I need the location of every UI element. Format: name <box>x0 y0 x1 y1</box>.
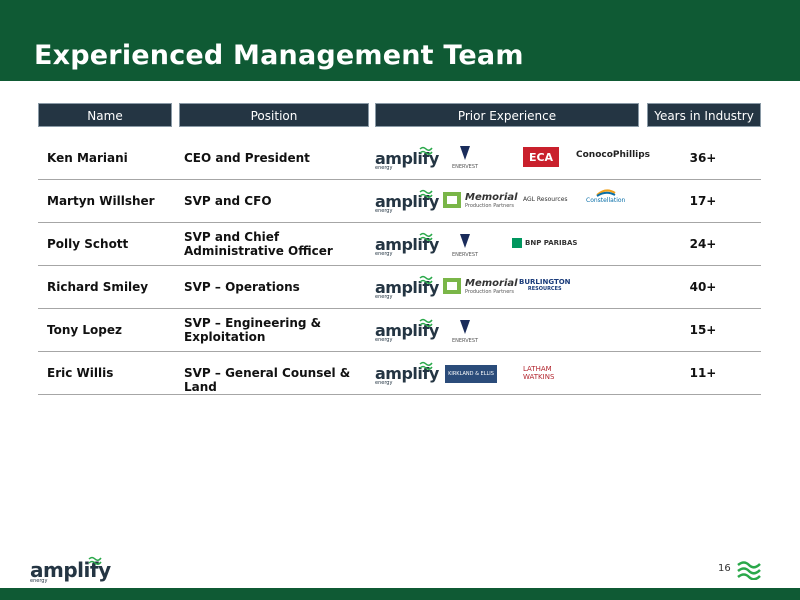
member-position: SVP – Operations <box>184 280 300 294</box>
conocophillips-logo: ConocoPhillips <box>576 150 651 160</box>
member-name: Eric Willis <box>47 366 114 380</box>
amplify-logo: amplify energy <box>375 275 439 301</box>
table-row: Polly Schott SVP and Chief Administrativ… <box>38 222 761 266</box>
page-title: Experienced Management Team <box>34 40 524 71</box>
table-row: Richard Smiley SVP – Operations amplify e… <box>38 265 761 309</box>
member-years: 24+ <box>689 237 717 251</box>
wave-icon <box>88 556 102 566</box>
enervest-logo: ENERVEST <box>452 318 478 344</box>
wave-icon <box>419 318 433 328</box>
amplify-logo: amplify energy <box>375 232 439 258</box>
member-years: 15+ <box>689 323 717 337</box>
bnp-paribas-logo: BNP PARIBAS <box>512 238 577 248</box>
footer-band <box>0 588 800 600</box>
wave-icon <box>419 189 433 199</box>
agl-resources-logo: AGL Resources <box>523 196 568 203</box>
amplify-logo: amplify energy <box>375 318 439 344</box>
wave-icon <box>419 275 433 285</box>
member-years: 36+ <box>689 151 717 165</box>
amplify-logo: amplify energy <box>375 146 439 172</box>
table-row: Martyn Willsher SVP and CFO amplify energ… <box>38 179 761 223</box>
wave-icon <box>419 232 433 242</box>
memorial-logo: Memorial Production Partners <box>442 191 518 209</box>
table-row: Eric Willis SVP – General Counsel & Land… <box>38 351 761 395</box>
footer-wave-icon <box>737 561 761 580</box>
constellation-logo: Constellation <box>586 187 625 204</box>
kirkland-ellis-logo: KIRKLAND & ELLIS <box>445 365 497 383</box>
member-name: Martyn Willsher <box>47 194 155 208</box>
member-position: CEO and President <box>184 151 310 165</box>
eca-logo: ECA <box>523 147 559 167</box>
member-name: Richard Smiley <box>47 280 149 294</box>
member-name: Tony Lopez <box>47 323 122 337</box>
enervest-logo: ENERVEST <box>452 232 478 258</box>
latham-watkins-logo: LATHAM WATKINS <box>523 365 555 381</box>
wave-icon <box>419 361 433 371</box>
wave-icon <box>419 146 433 156</box>
column-header-name: Name <box>38 103 172 127</box>
memorial-logo: Memorial Production Partners <box>442 277 518 295</box>
member-years: 40+ <box>689 280 717 294</box>
member-years: 11+ <box>689 366 717 380</box>
amplify-logo: amplify energy <box>375 189 439 215</box>
header-band: Experienced Management Team <box>0 0 800 81</box>
column-header-position: Position <box>179 103 369 127</box>
member-position: SVP and CFO <box>184 194 272 208</box>
table-row: Tony Lopez SVP – Engineering & Exploitat… <box>38 308 761 352</box>
column-header-years: Years in Industry <box>647 103 761 127</box>
member-position: SVP – Engineering & Exploitation <box>184 316 322 344</box>
member-years: 17+ <box>689 194 717 208</box>
footer-amplify-logo: amplify energy <box>30 556 111 584</box>
burlington-resources-logo: BURLINGTON RESOURCES <box>519 278 571 293</box>
member-name: Polly Schott <box>47 237 129 251</box>
enervest-logo: ENERVEST <box>452 144 478 170</box>
amplify-logo: amplify energy <box>375 361 439 387</box>
table-row: Ken Mariani CEO and President amplify ene… <box>38 136 761 180</box>
column-header-prior-experience: Prior Experience <box>375 103 639 127</box>
page-number: 16 <box>718 563 731 574</box>
member-position: SVP and Chief Administrative Officer <box>184 230 333 258</box>
member-name: Ken Mariani <box>47 151 128 165</box>
member-position: SVP – General Counsel & Land <box>184 366 351 394</box>
